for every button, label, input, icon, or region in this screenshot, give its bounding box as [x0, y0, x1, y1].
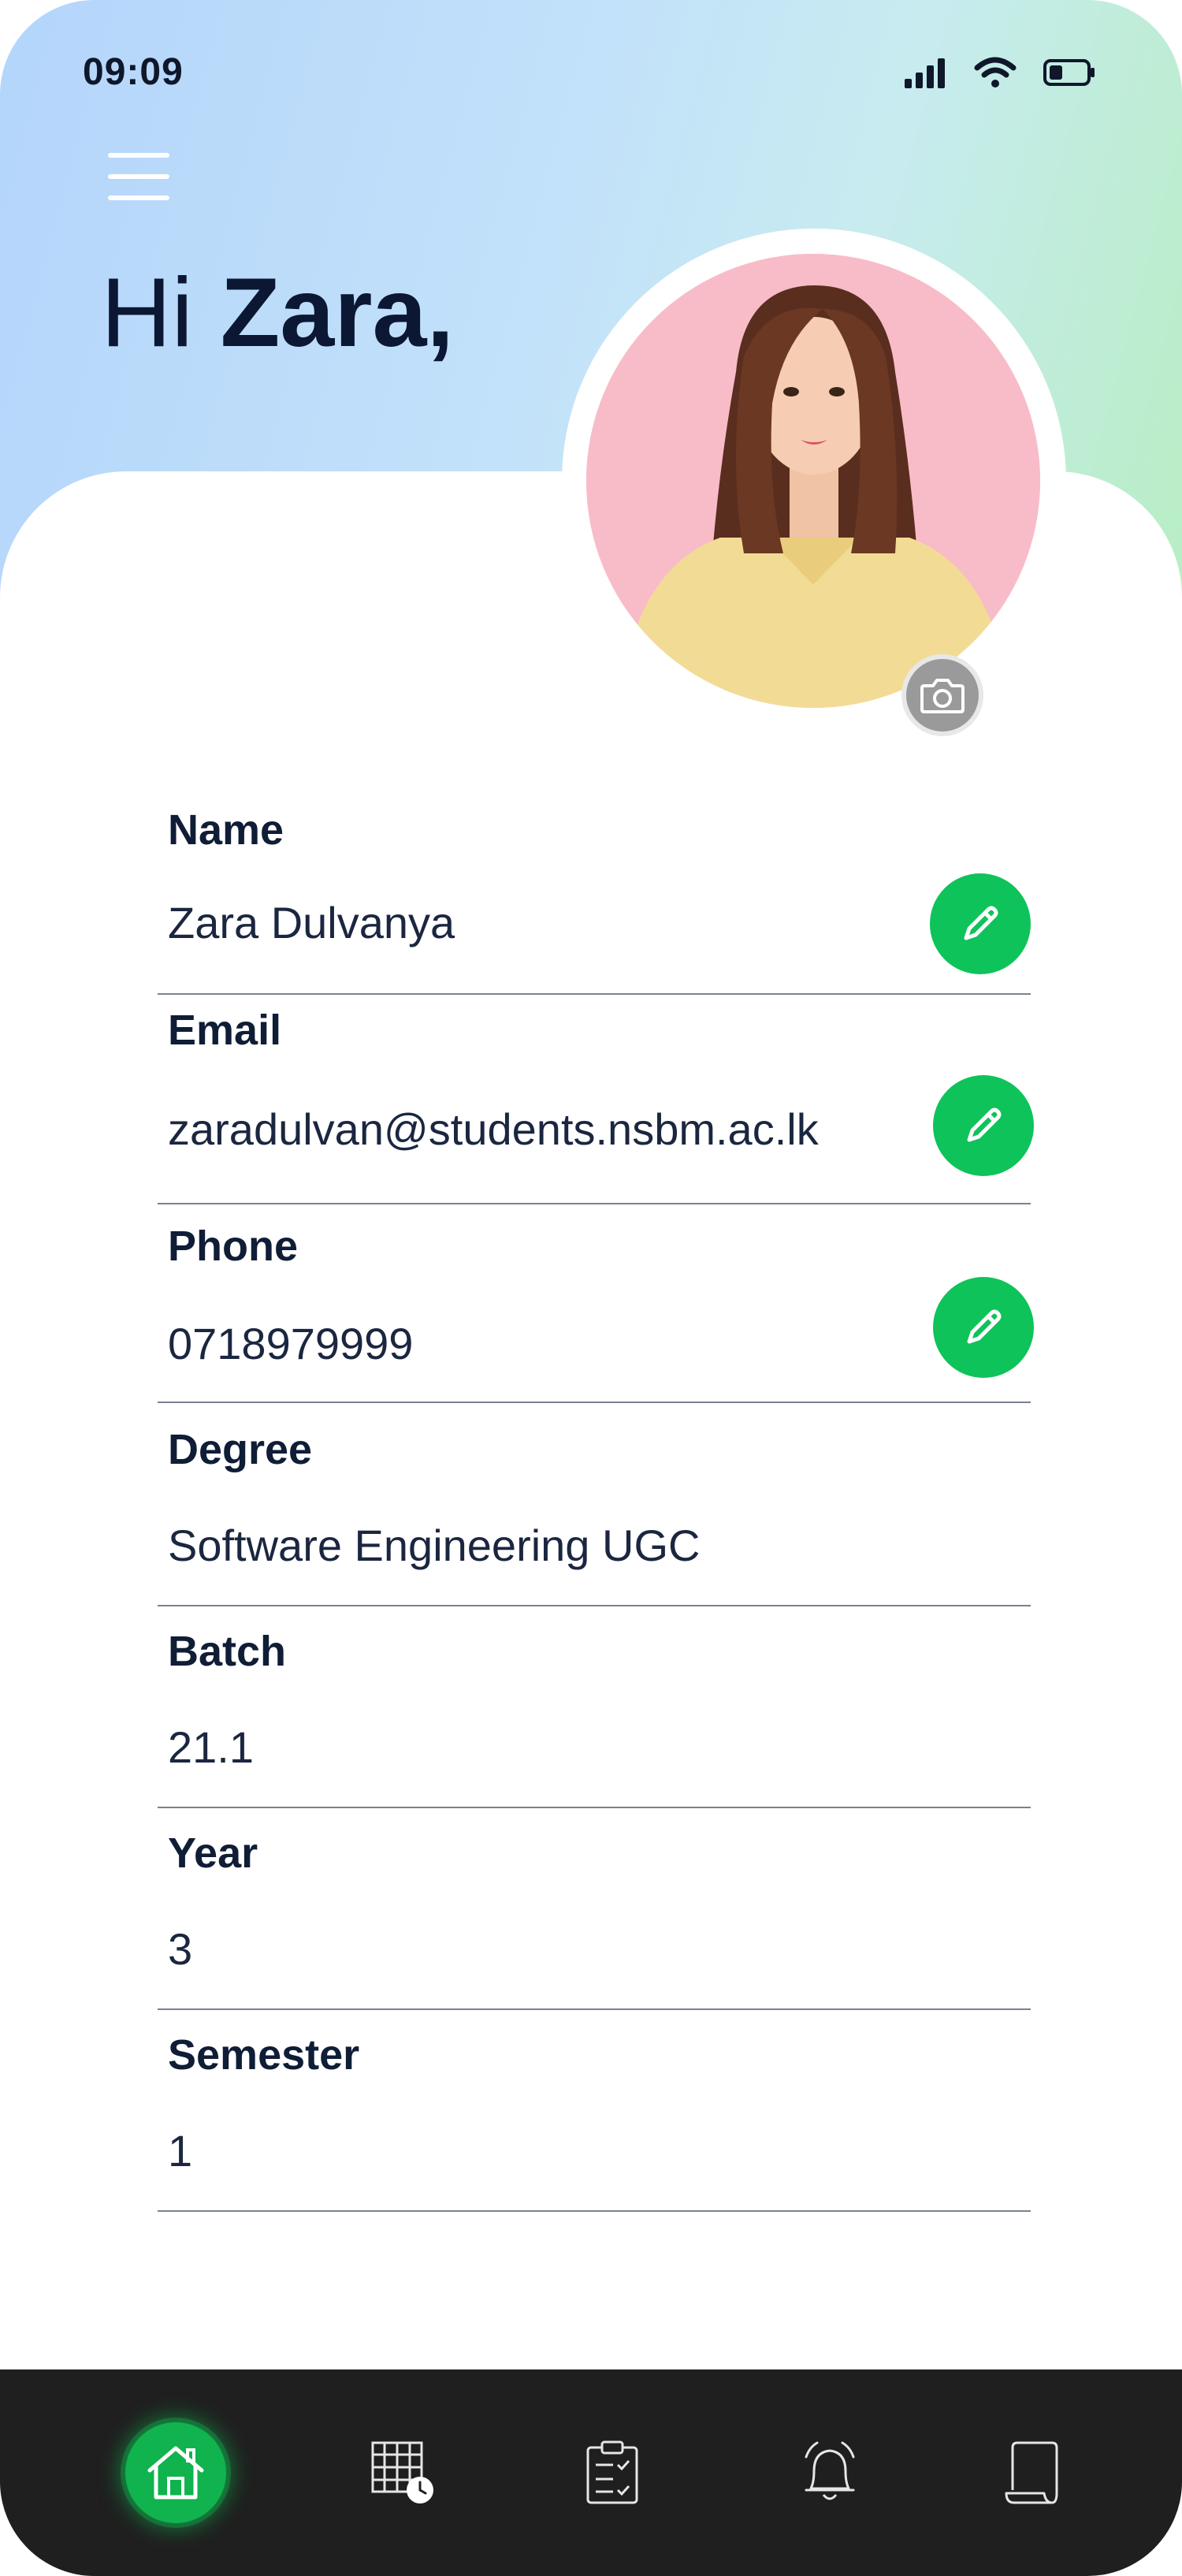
change-photo-button[interactable] — [901, 654, 983, 736]
greeting-heading: Hi Zara, — [101, 257, 454, 369]
field-value: zaradulvan@students.nsbm.ac.lk — [168, 1104, 819, 1154]
camera-icon — [920, 679, 965, 713]
field-label: Semester — [168, 2031, 360, 2079]
pencil-icon — [967, 1309, 1002, 1344]
field-label: Email — [168, 1007, 282, 1054]
edit-email-button[interactable] — [933, 1075, 1034, 1176]
status-time: 09:09 — [83, 51, 184, 93]
field-batch: Batch 21.1 — [158, 1619, 1031, 1808]
pencil-icon — [964, 906, 998, 940]
avatar[interactable] — [586, 254, 1040, 708]
field-year: Year 3 — [158, 1821, 1031, 2010]
pencil-icon — [967, 1107, 1002, 1142]
status-icons — [903, 57, 1095, 88]
nav-home-active-indicator — [125, 2422, 226, 2523]
nav-documents[interactable] — [965, 2369, 1098, 2576]
field-label: Phone — [168, 1223, 299, 1270]
field-degree: Degree Software Engineering UGC — [158, 1417, 1031, 1606]
tasks-clipboard-icon — [586, 2440, 638, 2504]
field-value: 21.1 — [168, 1722, 254, 1772]
nav-notifications[interactable] — [763, 2369, 897, 2576]
field-value: Zara Dulvanya — [168, 898, 455, 947]
notifications-bell-icon — [805, 2441, 855, 2500]
field-label: Year — [168, 1830, 258, 1877]
edit-name-button[interactable] — [930, 873, 1031, 974]
field-label: Name — [168, 806, 284, 854]
cellular-signal-icon — [903, 57, 947, 88]
bottom-nav — [0, 2369, 1182, 2576]
hamburger-menu-icon — [108, 153, 169, 200]
field-semester: Semester 1 — [158, 2023, 1031, 2212]
field-email: Email zaradulvan@students.nsbm.ac.lk — [158, 1007, 1034, 1204]
greeting-prefix: Hi — [101, 259, 194, 367]
documents-scroll-icon — [1005, 2441, 1058, 2504]
field-name: Name Zara Dulvanya — [158, 806, 1031, 995]
nav-home[interactable] — [109, 2369, 243, 2576]
menu-button[interactable] — [106, 151, 171, 203]
field-phone: Phone 0718979999 — [158, 1214, 1034, 1403]
wifi-icon — [974, 57, 1017, 88]
home-icon — [147, 2446, 204, 2500]
field-value: Software Engineering UGC — [168, 1521, 701, 1570]
field-value: 1 — [168, 2126, 193, 2176]
field-label: Batch — [168, 1628, 287, 1675]
battery-icon — [1043, 58, 1095, 87]
edit-phone-button[interactable] — [933, 1277, 1034, 1378]
profile-screen: 09:09 Hi Zara, Name Zara Dulvanya Email … — [0, 0, 1182, 2576]
timetable-icon — [371, 2441, 433, 2503]
nav-tasks[interactable] — [545, 2369, 679, 2576]
field-label: Degree — [168, 1426, 313, 1473]
avatar-photo — [586, 254, 1040, 708]
field-value: 3 — [168, 1924, 193, 1974]
greeting-user-name: Zara, — [220, 259, 454, 367]
nav-timetable[interactable] — [336, 2369, 470, 2576]
field-value: 0718979999 — [168, 1319, 414, 1368]
